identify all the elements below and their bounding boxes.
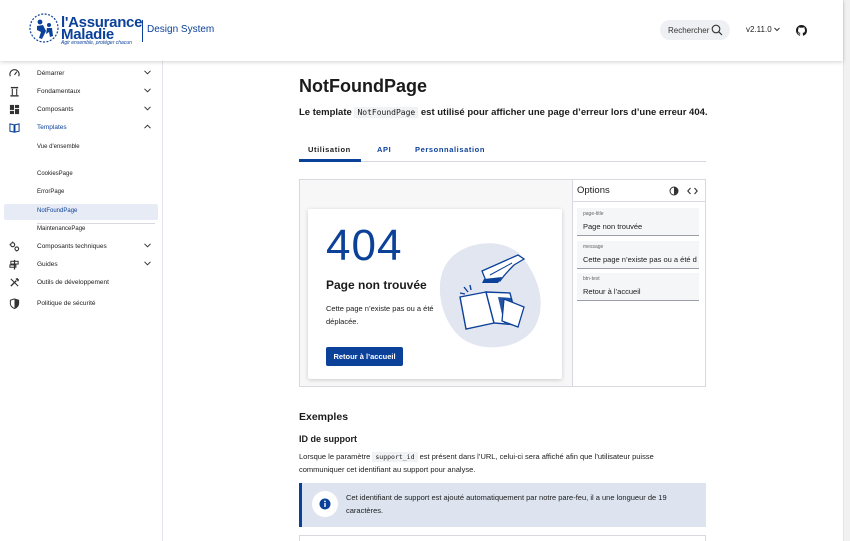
chevron-down-icon: [144, 88, 151, 93]
chevron-down-icon: [144, 261, 151, 266]
sidebar-item-outils[interactable]: Outils de développement: [0, 274, 162, 292]
sidebar-item-label: Composants techniques: [37, 243, 107, 250]
top-header: l'Assurance Maladie Agir ensemble, proté…: [0, 0, 843, 61]
options-panel: Options page-title Page non trouvée mess…: [572, 180, 706, 386]
tools-icon: [10, 277, 20, 287]
sidebar-subitem-maintenancepage[interactable]: MaintenancePage: [4, 222, 158, 238]
sidebar-subitem-notfoundpage[interactable]: NotFoundPage: [4, 204, 158, 220]
sidebar-item-label: Politique de sécurité: [37, 300, 96, 307]
sidebar-item-label: Outils de développement: [37, 279, 109, 286]
sidebar-item-guides[interactable]: Guides: [0, 256, 162, 274]
sidebar-item-composants-techniques[interactable]: Composants techniques: [0, 238, 162, 256]
sidebar-nav: Démarrer Fondamentaux Composants Templat…: [0, 61, 163, 541]
card-title: Page non trouvée: [326, 278, 427, 292]
alert-text: Cet identifiant de support est ajouté au…: [346, 493, 667, 515]
search-icon: [711, 24, 723, 36]
sidebar-item-demarrer[interactable]: Démarrer: [0, 65, 162, 83]
sidebar-item-label: Démarrer: [37, 70, 65, 77]
info-alert: Cet identifiant de support est ajouté au…: [299, 483, 706, 527]
assurance-maladie-logo[interactable]: l'Assurance Maladie Agir ensemble, proté…: [28, 12, 142, 48]
chevron-down-icon: [144, 106, 151, 111]
chevron-down-icon: [144, 243, 151, 248]
main-content: NotFoundPage Le template NotFoundPage es…: [163, 61, 843, 541]
chevron-up-icon: [144, 124, 151, 129]
options-title: Options: [577, 185, 610, 196]
gauge-icon: [9, 69, 20, 77]
sidebar-item-templates[interactable]: Templates: [0, 119, 162, 137]
github-icon[interactable]: [796, 25, 807, 36]
sidebar-item-label: Composants: [37, 106, 74, 113]
card-message: Cette page n’existe pas ou a été déplacé…: [326, 304, 434, 326]
option-field-page-title[interactable]: page-title Page non trouvée: [577, 208, 699, 236]
info-icon: [312, 491, 338, 517]
logo-tagline: Agir ensemble, protéger chacun: [61, 40, 132, 46]
support-id-code: support_id: [372, 452, 418, 462]
home-button[interactable]: Retour à l’accueil: [326, 347, 403, 366]
support-id-heading: ID de support: [299, 434, 357, 444]
examples-heading: Exemples: [299, 411, 349, 423]
contrast-icon[interactable]: [669, 186, 679, 196]
sidebar-item-label: Templates: [37, 124, 67, 131]
logo-divider: [142, 20, 143, 42]
options-header: Options: [573, 180, 706, 202]
tab-utilisation[interactable]: Utilisation: [308, 145, 351, 154]
support-id-text: Lorsque le paramètre support_id est prés…: [299, 452, 654, 474]
tab-personnalisation[interactable]: Personnalisation: [415, 145, 485, 154]
chevron-down-icon[interactable]: [774, 27, 780, 32]
option-field-message[interactable]: message Cette page n’existe pas ou a été…: [577, 241, 699, 269]
component-demo: 404 Page non trouvée Cette page n’existe…: [299, 179, 706, 387]
intro-text: Le template NotFoundPage est utilisé pou…: [299, 107, 708, 118]
option-field-btn-text[interactable]: btn-text Retour à l’accueil: [577, 273, 699, 301]
logo-emblem-icon: [29, 13, 59, 43]
page-title: NotFoundPage: [299, 76, 427, 96]
sidebar-item-label: Guides: [37, 261, 58, 268]
signpost-icon: [9, 259, 19, 270]
search-button[interactable]: Rechercher: [660, 20, 730, 40]
sidebar-item-label: Fondamentaux: [37, 88, 81, 95]
design-system-label[interactable]: Design System: [147, 24, 214, 35]
demo-preview: 404 Page non trouvée Cette page n’existe…: [300, 180, 572, 386]
sidebar-subitem-errorpage[interactable]: ErrorPage: [4, 185, 158, 201]
chevron-down-icon: [144, 70, 151, 75]
pillar-icon: [10, 86, 19, 97]
sidebar-item-politique-securite[interactable]: Politique de sécurité: [0, 295, 162, 313]
code-icon[interactable]: [687, 186, 698, 196]
version-selector[interactable]: v2.11.0: [746, 25, 772, 34]
lost-document-illustration: [439, 243, 541, 348]
error-code: 404: [326, 221, 403, 270]
tabs-bar: Utilisation API Personnalisation: [299, 141, 706, 162]
book-icon: [9, 123, 20, 133]
active-tab-indicator: [299, 159, 361, 162]
next-demo-box: [299, 535, 706, 541]
search-button-label: Rechercher: [668, 25, 710, 35]
notfound-card: 404 Page non trouvée Cette page n’existe…: [308, 209, 562, 379]
page-scrollbar[interactable]: [843, 0, 850, 541]
grid-icon: [9, 104, 20, 115]
sidebar-subitem-cookiespage[interactable]: CookiesPage: [4, 167, 158, 183]
sidebar-item-composants[interactable]: Composants: [0, 101, 162, 119]
tab-api[interactable]: API: [377, 145, 391, 154]
gears-icon: [9, 241, 20, 252]
sidebar-item-fondamentaux[interactable]: Fondamentaux: [0, 83, 162, 101]
intro-code: NotFoundPage: [354, 107, 419, 118]
shield-icon: [9, 298, 20, 309]
sidebar-subitem-vue-ensemble[interactable]: Vue d'ensemble: [4, 140, 158, 156]
